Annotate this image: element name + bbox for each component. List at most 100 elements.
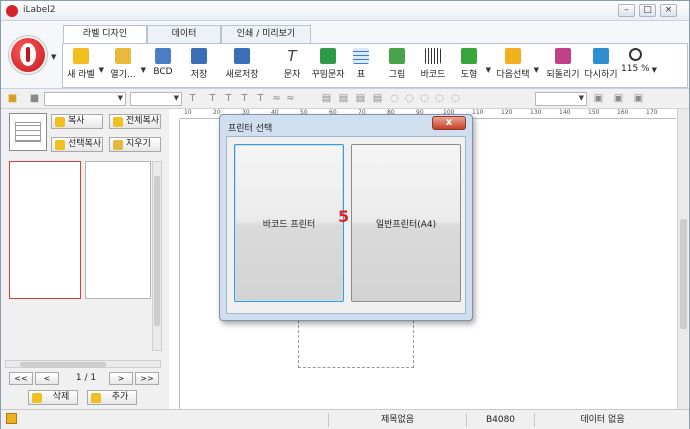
underline-icon[interactable]: T — [239, 93, 250, 104]
last-page-button[interactable]: >> — [135, 372, 159, 385]
flip-icon[interactable]: ◌ — [419, 93, 430, 104]
font-style-icon[interactable]: T — [187, 93, 198, 104]
copy-all-icon — [113, 117, 123, 127]
align-right-icon[interactable]: ▤ — [355, 93, 366, 104]
align-left-icon[interactable]: ▤ — [321, 93, 332, 104]
page-thumbnail-selected[interactable] — [9, 161, 81, 299]
barcode-printer-button[interactable]: 바코드 프린터 — [234, 144, 344, 302]
status-title: 제목없음 — [328, 413, 466, 427]
save-as-button[interactable]: 새로저장 — [224, 48, 260, 86]
zoom-button[interactable]: 115 % ▼ — [621, 48, 657, 86]
ribbon: ▼ 라벨 디자인 데이터 인쇄 / 미리보기 새 라벨 ▼ 열기... ▼ BCD … — [1, 21, 689, 89]
align-justify-icon[interactable]: ▤ — [372, 93, 383, 104]
flip-2-icon[interactable]: ◌ — [434, 93, 445, 104]
scroll-thumb[interactable] — [20, 362, 106, 367]
scroll-thumb[interactable] — [680, 219, 687, 329]
new-label-icon — [73, 48, 89, 64]
next-select-button[interactable]: 다음선택 ▼ — [495, 48, 539, 86]
tab-print-preview[interactable]: 인쇄 / 미리보기 — [221, 25, 311, 43]
delete-page-button[interactable]: 삭제 — [28, 390, 78, 405]
step-number-badge: 5 — [338, 207, 350, 226]
border-color-icon[interactable]: ▣ — [593, 93, 604, 104]
page-thumbnail[interactable] — [85, 161, 151, 299]
text-button[interactable]: T 문자 — [280, 48, 304, 86]
ribbon-toolbar: 새 라벨 ▼ 열기... ▼ BCD 저장 새로저장 T 문자 꾸밈문자 표 그림 바… — [62, 43, 688, 88]
shape-icon — [461, 48, 477, 64]
copy-selected-button[interactable]: 선택복사 — [51, 137, 103, 152]
rotate-icon[interactable]: ◌ — [389, 93, 400, 104]
next-page-button[interactable]: > — [109, 372, 133, 385]
open-folder-icon — [115, 48, 131, 64]
prev-page-button[interactable]: < — [35, 372, 59, 385]
thumbnail-horizontal-scrollbar[interactable] — [5, 360, 161, 368]
copy-selected-icon — [55, 140, 65, 150]
status-data: 데이터 없음 — [534, 413, 670, 427]
chevron-down-icon[interactable]: ▼ — [141, 66, 146, 74]
undo-button[interactable]: 되돌리기 — [545, 48, 581, 86]
save-as-icon — [234, 48, 250, 64]
paste-icon[interactable]: ■ — [7, 93, 18, 104]
fill-color-icon[interactable]: ▣ — [613, 93, 624, 104]
canvas-vertical-scrollbar[interactable] — [677, 109, 688, 409]
font-name-select[interactable]: ▼ — [44, 92, 126, 106]
first-page-button[interactable]: << — [9, 372, 33, 385]
dialog-close-button[interactable]: x — [432, 116, 466, 130]
image-icon — [389, 48, 405, 64]
copy-button[interactable]: 복사 — [51, 114, 103, 129]
image-button[interactable]: 그림 — [385, 48, 409, 86]
tab-label-design[interactable]: 라벨 디자인 — [63, 25, 147, 44]
chevron-down-icon[interactable]: ▼ — [99, 66, 104, 74]
lock-icon[interactable]: ■ — [29, 93, 40, 104]
chevron-down-icon[interactable]: ▼ — [51, 53, 56, 61]
thumbnail-vertical-scrollbar[interactable] — [152, 161, 162, 351]
close-button[interactable]: × — [660, 4, 677, 17]
layout-grid-icon — [15, 122, 41, 142]
scroll-thumb[interactable] — [154, 176, 160, 326]
table-button[interactable]: 표 — [351, 48, 371, 86]
text-effect-icon[interactable]: ≈ — [271, 93, 282, 104]
erase-button[interactable]: 지우기 — [109, 137, 161, 152]
shape-button[interactable]: 도형 ▼ — [455, 48, 491, 86]
title-bar: iLabel2 – □ × — [1, 1, 689, 21]
redo-button[interactable]: 다시하기 — [583, 48, 619, 86]
save-icon — [191, 48, 207, 64]
layer-icon[interactable]: ▣ — [633, 93, 644, 104]
layout-preview-button[interactable] — [9, 113, 47, 151]
copy-icon — [55, 117, 65, 127]
copy-all-button[interactable]: 전체복사 — [109, 114, 161, 129]
bold-icon[interactable]: T — [207, 93, 218, 104]
chevron-down-icon[interactable]: ▼ — [652, 66, 657, 74]
open-button[interactable]: 열기... ▼ — [108, 48, 146, 86]
align-center-icon[interactable]: ▤ — [338, 93, 349, 104]
status-code: B4080 — [466, 413, 534, 427]
chevron-down-icon[interactable]: ▼ — [534, 66, 539, 74]
bcd-button[interactable]: BCD — [151, 48, 175, 86]
minimize-button[interactable]: – — [618, 4, 635, 17]
tab-data[interactable]: 데이터 — [147, 25, 221, 43]
undo-icon — [555, 48, 571, 64]
status-icon — [6, 413, 17, 424]
page-indicator: 1 / 1 — [75, 373, 97, 383]
a4-printer-button[interactable]: 일반프린터(A4) — [351, 144, 461, 302]
rotate-2-icon[interactable]: ◌ — [404, 93, 415, 104]
redo-icon — [593, 48, 609, 64]
italic-icon[interactable]: T — [223, 93, 234, 104]
line-width-select[interactable]: ▼ — [535, 92, 587, 106]
zoom-tool-icon[interactable]: ◌ — [450, 93, 461, 104]
barcode-button[interactable]: 바코드 — [418, 48, 448, 86]
styled-text-button[interactable]: 꾸밈문자 — [310, 48, 346, 86]
chevron-down-icon: ▼ — [578, 94, 584, 102]
bcd-icon — [155, 48, 171, 64]
maximize-button[interactable]: □ — [639, 4, 656, 17]
table-icon — [353, 48, 369, 64]
app-logo-button[interactable] — [11, 38, 45, 72]
app-window: iLabel2 – □ × ▼ 라벨 디자인 데이터 인쇄 / 미리보기 새 라… — [0, 0, 690, 429]
strikethrough-icon[interactable]: T — [255, 93, 266, 104]
add-page-button[interactable]: 추가 — [87, 390, 137, 405]
font-size-select[interactable]: ▼ — [130, 92, 182, 106]
save-button[interactable]: 저장 — [187, 48, 211, 86]
chevron-down-icon[interactable]: ▼ — [486, 66, 491, 74]
new-label-button[interactable]: 새 라벨 ▼ — [66, 48, 104, 86]
chevron-down-icon: ▼ — [117, 94, 123, 102]
text-effect-2-icon[interactable]: ≈ — [285, 93, 296, 104]
